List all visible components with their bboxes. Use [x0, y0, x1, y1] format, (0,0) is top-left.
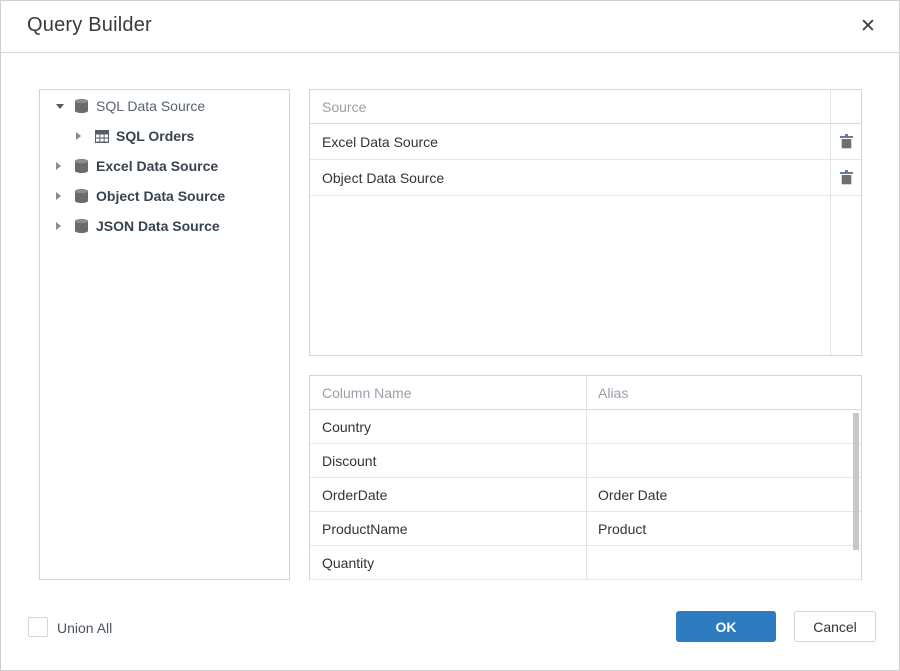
delete-source-button[interactable]	[831, 124, 861, 159]
chevron-right-icon[interactable]	[76, 132, 88, 140]
column-name-cell[interactable]: OrderDate	[310, 487, 586, 503]
database-icon	[74, 219, 89, 233]
sources-grid: Source Excel Data Source Object Data Sou…	[309, 89, 862, 356]
chevron-right-icon[interactable]	[56, 162, 68, 170]
tree-item-label: SQL Orders	[116, 128, 194, 144]
alias-cell[interactable]: Order Date	[586, 487, 862, 503]
vertical-scrollbar[interactable]	[853, 413, 859, 550]
tree-item-label: SQL Data Source	[96, 98, 205, 114]
sources-grid-header: Source	[310, 90, 861, 124]
cancel-button[interactable]: Cancel	[794, 611, 876, 642]
alias-header: Alias	[586, 385, 862, 401]
delete-source-button[interactable]	[831, 160, 861, 195]
database-icon	[74, 189, 89, 203]
source-name-cell[interactable]: Excel Data Source	[310, 134, 831, 150]
datasource-tree: SQL Data Source SQL Orders Excel Data So…	[39, 89, 290, 580]
table-icon	[94, 130, 109, 143]
tree-item-label: Excel Data Source	[96, 158, 218, 174]
tree-item-label: JSON Data Source	[96, 218, 220, 234]
trash-icon	[840, 170, 853, 185]
chevron-right-icon[interactable]	[56, 222, 68, 230]
column-name-cell[interactable]: Discount	[310, 453, 586, 469]
alias-cell[interactable]: Product	[586, 521, 862, 537]
database-icon	[74, 99, 89, 113]
alias-column-divider	[586, 376, 587, 579]
column-name-cell[interactable]: Country	[310, 419, 586, 435]
union-all-checkbox[interactable]	[28, 617, 48, 637]
column-name-cell[interactable]: ProductName	[310, 521, 586, 537]
tree-item-label: Object Data Source	[96, 188, 225, 204]
columns-grid: Column Name Alias Country Discount Order…	[309, 375, 862, 580]
tree-item-json-data-source[interactable]: JSON Data Source	[40, 211, 289, 241]
column-name-cell[interactable]: Quantity	[310, 555, 586, 571]
tree-item-excel-data-source[interactable]: Excel Data Source	[40, 151, 289, 181]
close-icon[interactable]: ✕	[854, 13, 882, 41]
dialog-title: Query Builder	[27, 14, 152, 37]
chevron-down-icon[interactable]	[56, 104, 68, 109]
query-builder-dialog: Query Builder ✕ SQL Data Source SQL Orde…	[0, 0, 900, 671]
column-name-header: Column Name	[310, 385, 586, 401]
action-column-divider	[830, 90, 831, 355]
source-column-header: Source	[310, 99, 831, 115]
source-row-object[interactable]: Object Data Source	[310, 160, 861, 196]
ok-button[interactable]: OK	[676, 611, 776, 642]
trash-icon	[840, 134, 853, 149]
union-all-label: Union All	[57, 620, 112, 636]
chevron-right-icon[interactable]	[56, 192, 68, 200]
tree-item-sql-orders[interactable]: SQL Orders	[40, 121, 289, 151]
database-icon	[74, 159, 89, 173]
tree-item-sql-data-source[interactable]: SQL Data Source	[40, 91, 289, 121]
dialog-header: Query Builder ✕	[1, 1, 899, 53]
source-row-excel[interactable]: Excel Data Source	[310, 124, 861, 160]
source-name-cell[interactable]: Object Data Source	[310, 170, 831, 186]
tree-item-object-data-source[interactable]: Object Data Source	[40, 181, 289, 211]
